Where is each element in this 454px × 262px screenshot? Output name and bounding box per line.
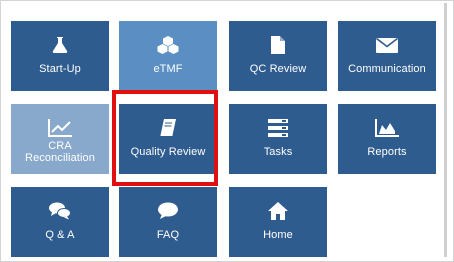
area-chart-icon	[338, 118, 436, 138]
tile-tasks[interactable]: Tasks	[229, 104, 327, 174]
tile-label: QC Review	[249, 63, 307, 75]
tile-qc-review[interactable]: QC Review	[229, 21, 327, 91]
tile-label: Q & A	[45, 229, 75, 241]
tile-etmf[interactable]: eTMF	[119, 21, 217, 91]
dashboard-panel: Start-Up eTMF QC Review Communication CR…	[0, 0, 454, 262]
tile-communication[interactable]: Communication	[338, 21, 436, 91]
scrollbar[interactable]	[444, 3, 447, 257]
tile-home[interactable]: Home	[229, 187, 327, 257]
line-chart-icon	[11, 118, 109, 138]
tile-start-up[interactable]: Start-Up	[11, 21, 109, 91]
cubes-icon	[119, 35, 217, 55]
chat-bubble-icon	[119, 201, 217, 221]
home-icon	[229, 201, 327, 221]
tile-label: eTMF	[153, 63, 183, 75]
tile-label: Reports	[367, 146, 407, 158]
tile-q-and-a[interactable]: Q & A	[11, 187, 109, 257]
tile-faq[interactable]: FAQ	[119, 187, 217, 257]
envelope-icon	[338, 35, 436, 55]
book-icon	[119, 118, 217, 138]
tile-label: Communication	[348, 63, 426, 75]
list-icon	[229, 118, 327, 138]
tile-label: Quality Review	[130, 146, 206, 158]
tile-label: Home	[263, 229, 293, 241]
document-icon	[229, 35, 327, 55]
tile-label: FAQ	[156, 229, 180, 241]
tile-label: Tasks	[263, 146, 293, 158]
tile-reports[interactable]: Reports	[338, 104, 436, 174]
tile-label: CRA Reconciliation	[25, 140, 95, 164]
tile-quality-review[interactable]: Quality Review	[119, 104, 217, 174]
tile-label: Start-Up	[39, 63, 81, 75]
flask-icon	[11, 35, 109, 55]
tile-cra-reconciliation[interactable]: CRA Reconciliation	[11, 104, 109, 174]
chat-bubbles-icon	[11, 201, 109, 221]
